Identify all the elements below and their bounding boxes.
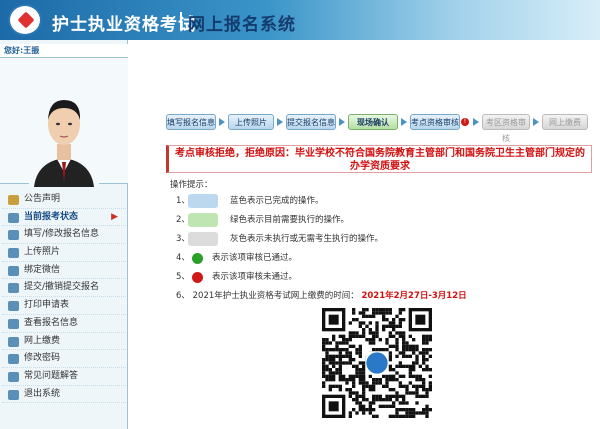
main-content: 填写报名信息 上传照片 提交报名信息 现场确认 考点资格审核! 考区资格审核 网上缴费 考点… bbox=[130, 40, 600, 429]
step-label: 上传照片 bbox=[235, 118, 267, 127]
tip-text: 表示该项审核未通过。 bbox=[212, 272, 298, 282]
progress-steps: 填写报名信息 上传照片 提交报名信息 现场确认 考点资格审核! 考区资格审核 网上缴费 bbox=[166, 114, 588, 143]
sidebar-item-label: 网上缴费 bbox=[24, 335, 61, 346]
step-arrow-icon bbox=[219, 118, 225, 126]
sidebar-item-label: 填写/修改报名信息 bbox=[24, 229, 100, 240]
tip-item: 2、 绿色表示目前需要执行的操作。 bbox=[170, 211, 590, 230]
house-icon bbox=[8, 195, 19, 205]
tip-item: 3、 灰色表示未执行或无需考生执行的操作。 bbox=[170, 230, 590, 249]
help-icon bbox=[8, 371, 19, 382]
sidebar-item-label: 公告声明 bbox=[24, 194, 61, 204]
exit-icon bbox=[8, 389, 19, 400]
sidebar-item-8[interactable]: 网上缴费 bbox=[2, 333, 126, 351]
step-3[interactable]: 现场确认 bbox=[348, 114, 398, 130]
active-arrow-icon: ▶ bbox=[111, 211, 118, 222]
step-label: 考区资格审核 bbox=[486, 118, 526, 143]
tip-item: 5、 表示该项审核未通过。 bbox=[170, 268, 590, 287]
title-divider bbox=[180, 12, 182, 30]
sidebar-item-label: 上传照片 bbox=[24, 247, 61, 258]
tip-item: 1、 蓝色表示已完成的操作。 bbox=[170, 192, 590, 211]
sidebar-item-5[interactable]: 提交/撤销提交报名 bbox=[2, 279, 126, 298]
user-greeting: 您好:王振 bbox=[0, 44, 128, 58]
operation-tips: 操作提示： 1、 蓝色表示已完成的操作。 2、 绿色表示目前需要执行的操作。 3… bbox=[170, 178, 590, 306]
sidebar-item-10[interactable]: 常见问题解答 bbox=[2, 368, 126, 386]
header-banner: 护士执业资格考试 网上报名系统 bbox=[0, 0, 600, 40]
payment-time-dates: 2021年2月27日-3月12日 bbox=[361, 291, 467, 301]
doc-icon bbox=[8, 212, 19, 223]
error-icon: ! bbox=[461, 118, 469, 126]
tip-item: 6、 2021年护士执业资格考试网上缴费的时间： 2021年2月27日-3月12… bbox=[170, 287, 590, 306]
profile-photo bbox=[0, 58, 128, 187]
tip-text: 绿色表示目前需要执行的操作。 bbox=[230, 215, 350, 225]
sidebar-item-7[interactable]: 查看报名信息 bbox=[2, 315, 126, 333]
step-label: 填写报名信息 bbox=[167, 118, 215, 127]
sidebar-item-label: 查看报名信息 bbox=[24, 317, 79, 328]
step-5[interactable]: 考区资格审核 bbox=[482, 114, 530, 143]
step-arrow-icon bbox=[473, 118, 479, 126]
blue-swatch bbox=[188, 194, 218, 208]
step-arrow-icon bbox=[533, 118, 539, 126]
step-2[interactable]: 提交报名信息 bbox=[286, 114, 336, 130]
sidebar-item-label: 常见问题解答 bbox=[24, 370, 79, 381]
pay-icon bbox=[8, 336, 19, 347]
tip-num: 5、 bbox=[176, 272, 190, 282]
step-label: 现场确认 bbox=[357, 118, 389, 127]
app-title: 护士执业资格考试 bbox=[52, 15, 196, 35]
step-arrow-icon bbox=[339, 118, 345, 126]
edit-icon bbox=[8, 230, 19, 241]
tip-num: 4、 bbox=[176, 253, 190, 263]
tip-text: 蓝色表示已完成的操作。 bbox=[230, 196, 324, 206]
rejection-notice: 考点审核拒绝，拒绝原因：毕业学校不符合国务院教育主管部门和国务院卫生主管部门规定… bbox=[166, 145, 592, 173]
photo-icon bbox=[8, 248, 19, 259]
green-swatch bbox=[188, 213, 218, 227]
print-icon bbox=[8, 301, 19, 312]
sidebar-item-0[interactable]: 公告声明 bbox=[2, 191, 126, 209]
step-label: 考点资格审核 bbox=[411, 118, 459, 127]
submit-icon bbox=[8, 283, 19, 294]
rejection-line-1: 考点审核拒绝，拒绝原因：毕业学校不符合国务院教育主管部门和国务院卫生主管部门规定… bbox=[175, 148, 585, 159]
tip-text: 灰色表示未执行或无需考生执行的操作。 bbox=[230, 234, 384, 244]
sidebar-item-9[interactable]: 修改密码 bbox=[2, 350, 126, 368]
step-label: 网上缴费 bbox=[549, 118, 581, 127]
step-arrow-icon bbox=[401, 118, 407, 126]
wechat-icon bbox=[8, 265, 19, 276]
tip-text: 表示该项审核已通过。 bbox=[212, 253, 298, 263]
gray-swatch bbox=[188, 232, 218, 246]
check-circle-icon bbox=[192, 253, 203, 264]
sidebar-item-6[interactable]: 打印申请表 bbox=[2, 297, 126, 315]
step-1[interactable]: 上传照片 bbox=[228, 114, 274, 130]
sidebar-item-4[interactable]: 绑定微信 bbox=[2, 262, 126, 280]
sidebar-item-3[interactable]: 上传照片 bbox=[2, 244, 126, 262]
step-arrow-icon bbox=[277, 118, 283, 126]
tip-num: 6、 bbox=[176, 291, 190, 301]
view-icon bbox=[8, 318, 19, 329]
sidebar-item-label: 退出系统 bbox=[24, 388, 61, 399]
step-label: 提交报名信息 bbox=[287, 118, 335, 127]
logo-icon bbox=[8, 4, 42, 36]
payment-time-label: 2021年护士执业资格考试网上缴费的时间： bbox=[192, 291, 359, 301]
sidebar-item-label: 绑定微信 bbox=[24, 264, 61, 275]
sidebar-item-label: 当前报考状态 bbox=[24, 211, 79, 222]
key-icon bbox=[8, 354, 19, 365]
step-6[interactable]: 网上缴费 bbox=[542, 114, 588, 130]
sidebar-item-1[interactable]: 当前报考状态 ▶ bbox=[2, 209, 126, 227]
sidebar: 您好:王振 公告声明当前报考状态 ▶ 填写/修改报名信息 上传照片绑定微信提交/撤销提… bbox=[0, 40, 128, 429]
avatar bbox=[29, 92, 99, 187]
step-4[interactable]: 考点资格审核 bbox=[410, 114, 460, 130]
app-subtitle: 网上报名系统 bbox=[188, 15, 296, 35]
sidebar-item-11[interactable]: 退出系统 bbox=[2, 386, 126, 404]
sidebar-item-label: 提交/撤销提交报名 bbox=[24, 282, 100, 293]
step-0[interactable]: 填写报名信息 bbox=[166, 114, 216, 130]
error-circle-icon bbox=[192, 272, 203, 283]
tips-title: 操作提示： bbox=[170, 180, 213, 190]
sidebar-item-label: 修改密码 bbox=[24, 353, 61, 364]
rejection-line-2: 办学资质要求 bbox=[350, 161, 410, 172]
tip-item: 4、 表示该项审核已通过。 bbox=[170, 249, 590, 268]
sidebar-menu: 公告声明当前报考状态 ▶ 填写/修改报名信息 上传照片绑定微信提交/撤销提交报名 打印申… bbox=[2, 191, 126, 404]
sidebar-item-label: 打印申请表 bbox=[24, 300, 70, 311]
qr-code bbox=[322, 308, 432, 418]
sidebar-item-2[interactable]: 填写/修改报名信息 bbox=[2, 226, 126, 245]
